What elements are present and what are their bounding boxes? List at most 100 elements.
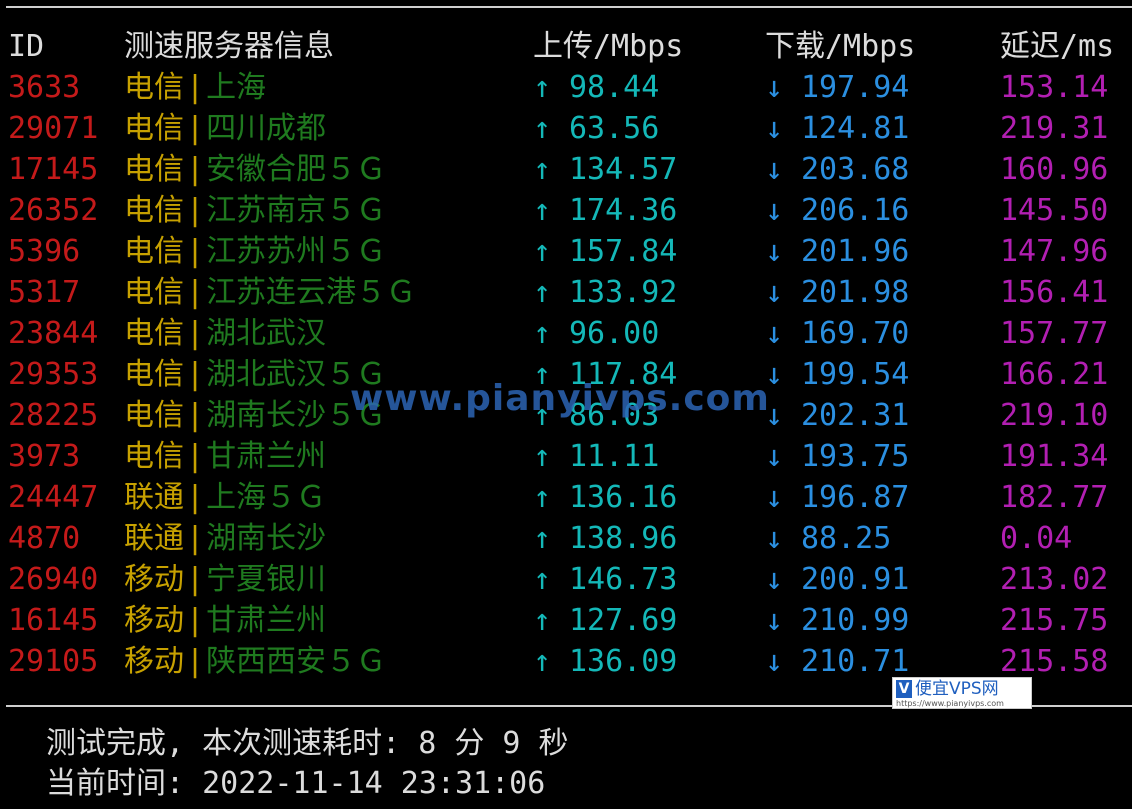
separator: | (186, 480, 205, 515)
upload-cell: ↑ 127.69 (533, 600, 677, 641)
isp-name: 电信 (124, 152, 184, 187)
isp-name: 电信 (124, 234, 184, 269)
upload-speed: 63.56 (569, 111, 660, 146)
arrow-down-icon: ↓ (765, 480, 784, 515)
upload-cell: ↑ 133.92 (533, 272, 677, 313)
table-row: 29071 电信|四川成都 ↑ 63.56 ↓ 124.81 219.31 (0, 108, 1132, 149)
arrow-down-icon: ↓ (765, 603, 784, 638)
download-speed: 201.98 (801, 275, 910, 310)
isp-name: 电信 (124, 193, 184, 228)
upload-speed: 133.92 (569, 275, 678, 310)
watermark: www.pianyivps.com (350, 378, 770, 419)
server-location: 上海 (206, 70, 267, 105)
isp-name: 电信 (124, 398, 184, 433)
test-complete-line: 测试完成, 本次测速耗时: 8 分 9 秒 (46, 726, 569, 761)
isp-name: 电信 (124, 357, 184, 392)
arrow-down-icon: ↓ (765, 562, 784, 597)
arrow-up-icon: ↑ (533, 521, 552, 556)
download-speed: 200.91 (801, 562, 910, 597)
upload-speed: 127.69 (569, 603, 678, 638)
upload-speed: 11.11 (569, 439, 660, 474)
upload-cell: ↑ 157.84 (533, 231, 677, 272)
latency: 166.21 (1000, 357, 1109, 392)
arrow-down-icon: ↓ (765, 111, 784, 146)
separator: | (186, 234, 205, 269)
arrow-down-icon: ↓ (765, 193, 784, 228)
upload-speed: 157.84 (569, 234, 678, 269)
upload-speed: 98.44 (569, 70, 660, 105)
table-row: 24447 联通|上海５Ｇ ↑ 136.16 ↓ 196.87 182.77 (0, 477, 1132, 518)
separator: | (186, 193, 205, 228)
table-row: 23844 电信|湖北武汉 ↑ 96.00 ↓ 169.70 157.77 (0, 313, 1132, 354)
logo-name: 便宜VPS网 (915, 679, 999, 699)
separator: | (186, 398, 205, 433)
server-id: 17145 (8, 152, 99, 187)
download-speed: 206.16 (801, 193, 910, 228)
upload-speed: 146.73 (569, 562, 678, 597)
server-info: 移动|甘肃兰州 (124, 600, 326, 641)
server-location: 江苏苏州５Ｇ (206, 234, 387, 269)
server-location: 甘肃兰州 (206, 603, 327, 638)
arrow-up-icon: ↑ (533, 644, 552, 679)
arrow-down-icon: ↓ (765, 439, 784, 474)
arrow-down-icon: ↓ (765, 521, 784, 556)
server-id: 3973 (8, 439, 81, 474)
arrow-down-icon: ↓ (765, 152, 784, 187)
download-speed: 193.75 (801, 439, 910, 474)
server-location: 湖北武汉 (206, 316, 327, 351)
server-id: 29071 (8, 111, 99, 146)
download-cell: ↓ 201.98 (765, 272, 909, 313)
isp-name: 电信 (124, 439, 184, 474)
server-id: 24447 (8, 480, 99, 515)
isp-name: 电信 (124, 316, 184, 351)
download-cell: ↓ 197.94 (765, 67, 909, 108)
upload-cell: ↑ 136.09 (533, 641, 677, 682)
top-divider (6, 6, 1132, 8)
logo-url: https://www.pianyivps.com (896, 699, 1004, 708)
server-location: 宁夏银川 (206, 562, 327, 597)
latency: 219.10 (1000, 398, 1109, 433)
arrow-down-icon: ↓ (765, 357, 784, 392)
separator: | (186, 603, 205, 638)
server-id: 4870 (8, 521, 81, 556)
server-location: 安徽合肥５Ｇ (206, 152, 387, 187)
arrow-down-icon: ↓ (765, 316, 784, 351)
download-speed: 202.31 (801, 398, 910, 433)
isp-name: 电信 (124, 70, 184, 105)
server-info: 电信|江苏南京５Ｇ (124, 190, 386, 231)
latency: 145.50 (1000, 193, 1109, 228)
table-row: 3973 电信|甘肃兰州 ↑ 11.11 ↓ 193.75 191.34 (0, 436, 1132, 477)
latency: 182.77 (1000, 480, 1109, 515)
header-upload: 上传/Mbps (533, 29, 684, 64)
server-info: 电信|湖北武汉５Ｇ (124, 354, 386, 395)
download-cell: ↓ 203.68 (765, 149, 909, 190)
site-logo: V 便宜VPS网 https://www.pianyivps.com (892, 677, 1032, 709)
separator: | (186, 152, 205, 187)
table-row: 17145 电信|安徽合肥５Ｇ ↑ 134.57 ↓ 203.68 160.96 (0, 149, 1132, 190)
latency: 191.34 (1000, 439, 1109, 474)
server-id: 23844 (8, 316, 99, 351)
header-id: ID (8, 29, 45, 64)
server-info: 电信|江苏连云港５Ｇ (124, 272, 416, 313)
download-speed: 201.96 (801, 234, 910, 269)
upload-speed: 136.09 (569, 644, 678, 679)
download-speed: 210.99 (801, 603, 910, 638)
server-id: 26940 (8, 562, 99, 597)
latency: 153.14 (1000, 70, 1109, 105)
logo-mark-icon: V (896, 680, 912, 698)
latency: 215.75 (1000, 603, 1109, 638)
table-header: ID 测速服务器信息 上传/Mbps 下载/Mbps 延迟/ms (0, 26, 1132, 67)
server-location: 上海５Ｇ (206, 480, 327, 515)
latency: 147.96 (1000, 234, 1109, 269)
arrow-up-icon: ↑ (533, 480, 552, 515)
download-speed: 197.94 (801, 70, 910, 105)
table-row: 26352 电信|江苏南京５Ｇ ↑ 174.36 ↓ 206.16 145.50 (0, 190, 1132, 231)
upload-speed: 96.00 (569, 316, 660, 351)
server-location: 四川成都 (206, 111, 327, 146)
download-speed: 199.54 (801, 357, 910, 392)
server-info: 电信|湖南长沙５Ｇ (124, 395, 386, 436)
download-cell: ↓ 124.81 (765, 108, 909, 149)
isp-name: 移动 (124, 562, 184, 597)
isp-name: 电信 (124, 275, 184, 310)
upload-speed: 138.96 (569, 521, 678, 556)
